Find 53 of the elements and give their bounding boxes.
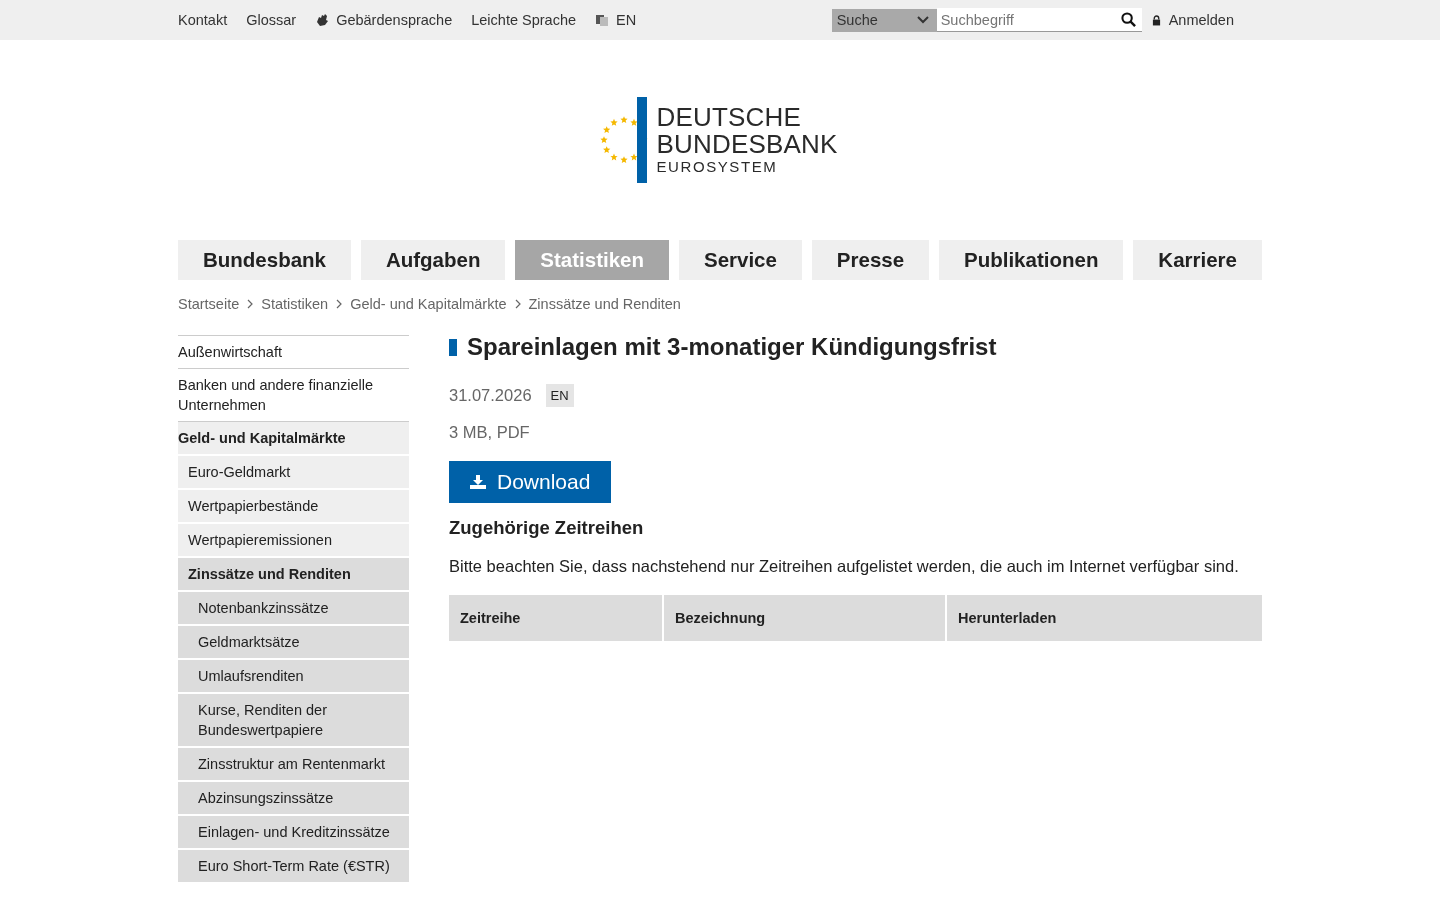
page-title: Spareinlagen mit 3-monatiger Kündigungsfrist — [449, 335, 1262, 359]
sidebar-item[interactable]: Wertpapieremissionen — [178, 524, 409, 558]
note-text: Bitte beachten Sie, dass nachstehend nur Zeitreihen aufgelistet werden, die auch im Internet verfügbar sind. — [449, 557, 1240, 576]
sidebar-item[interactable]: Geldmarktsätze — [178, 626, 409, 660]
language-icon — [595, 13, 609, 27]
chevron-right-icon — [514, 299, 521, 309]
breadcrumb-link[interactable]: Startseite — [178, 296, 240, 312]
search-icon[interactable] — [1120, 12, 1136, 27]
lock-icon — [1151, 14, 1161, 26]
section-heading: Zugehörige Zeitreihen — [449, 517, 645, 539]
search-field[interactable]: Suchbegriff — [936, 8, 1142, 32]
sidebar-item[interactable]: Wertpapierbestände — [178, 490, 409, 524]
search-scope-dropdown[interactable]: Suche — [831, 8, 937, 32]
logo-text: DEUTSCHE — [656, 104, 803, 131]
sidebar-item[interactable]: Einlagen- und Kreditzinssätze — [178, 816, 409, 850]
breadcrumb-link[interactable]: Statistiken — [261, 296, 329, 312]
column-header: Herunterladen — [947, 595, 1262, 641]
nav-tab[interactable]: Karriere — [1133, 240, 1262, 280]
sidebar-item[interactable]: Geld- und Kapitalmärkte — [178, 422, 409, 456]
breadcrumb-link[interactable]: Zinssätze und Renditen — [528, 296, 681, 312]
sidebar-item[interactable]: Abzinsungszinssätze — [178, 782, 409, 816]
sidebar-item[interactable]: Notenbankzinssätze — [178, 592, 409, 626]
chevron-right-icon — [336, 299, 343, 309]
file-info: 3 MB, PDF — [449, 423, 531, 442]
top-link[interactable]: Leichte Sprache — [471, 12, 576, 28]
language-badge: EN — [545, 384, 574, 407]
column-header: Bezeichnung — [664, 595, 945, 641]
chevron-right-icon — [247, 299, 254, 309]
download-icon — [470, 475, 486, 489]
chevron-down-icon — [916, 16, 929, 24]
column-header: Zeitreihe — [449, 595, 662, 641]
nav-tab[interactable]: Publikationen — [939, 240, 1124, 280]
hand-icon — [315, 13, 330, 27]
date-text: 31.07.2026 — [449, 386, 532, 405]
nav-tab[interactable]: Aufgaben — [360, 240, 506, 280]
logo-subtitle: EUROSYSTEM — [656, 158, 779, 176]
sidebar-item[interactable]: Euro Short-Term Rate (€STR) — [178, 850, 409, 884]
login-link[interactable]: Anmelden — [1151, 12, 1234, 28]
sidebar-item[interactable]: Kurse, Renditen der Bundeswertpapiere — [178, 694, 409, 748]
sidebar-item[interactable]: Zinssätze und Renditen — [178, 558, 409, 592]
nav-tab[interactable]: Bundesbank — [178, 240, 351, 280]
nav-tab[interactable]: Presse — [811, 240, 930, 280]
sidebar-item[interactable]: Zinsstruktur am Rentenmarkt — [178, 748, 409, 782]
logo-text: BUNDESBANK — [656, 131, 838, 158]
sidebar-item[interactable]: Euro-Geldmarkt — [178, 456, 409, 490]
download-button[interactable]: Download — [449, 461, 612, 503]
nav-tab[interactable]: Service — [679, 240, 802, 280]
top-link[interactable]: Kontakt — [178, 12, 228, 28]
breadcrumb-link[interactable]: Geld- und Kapitalmärkte — [350, 296, 507, 312]
sign-language-link[interactable]: Gebärdensprache — [315, 12, 453, 28]
top-link[interactable]: Glossar — [246, 12, 297, 28]
sidebar-item[interactable]: Umlaufsrenditen — [178, 660, 409, 694]
language-link[interactable]: EN — [595, 12, 637, 28]
